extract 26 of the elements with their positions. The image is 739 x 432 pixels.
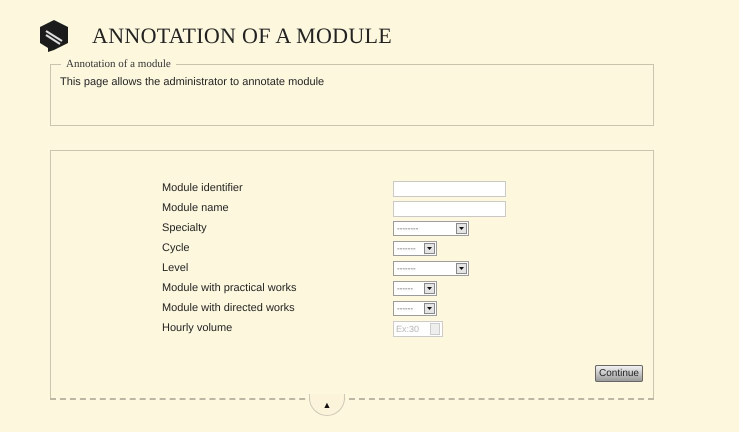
page-title: ANNOTATION OF A MODULE bbox=[92, 23, 392, 49]
field-label: Specialty bbox=[162, 221, 208, 236]
field-label: Cycle bbox=[162, 241, 191, 256]
caret-icon bbox=[427, 287, 432, 290]
field-label: Level bbox=[162, 261, 190, 276]
field-label: Module with directed works bbox=[162, 301, 296, 316]
field-label: Module name bbox=[162, 201, 230, 216]
field-label: Module with practical works bbox=[162, 281, 298, 296]
select-field[interactable]: ------- bbox=[393, 261, 469, 276]
continue-button[interactable]: Continue bbox=[594, 365, 643, 382]
select-field[interactable]: ------- bbox=[393, 241, 437, 256]
caret-icon bbox=[459, 227, 464, 230]
caret-icon bbox=[459, 267, 464, 270]
caret-icon bbox=[427, 307, 432, 310]
logo-icon bbox=[38, 19, 70, 53]
intro-text: This page allows the administrator to annotate module bbox=[60, 76, 326, 88]
input-field[interactable] bbox=[393, 180, 506, 196]
collapse-button[interactable]: ▲ bbox=[309, 394, 345, 416]
input-field[interactable] bbox=[393, 200, 506, 216]
panel-legend: Annotation of a module bbox=[61, 58, 176, 70]
caret-icon bbox=[427, 247, 432, 250]
field-label: Hourly volume bbox=[162, 321, 234, 336]
field-label: Module identifier bbox=[162, 181, 244, 196]
select-field[interactable]: -------- bbox=[393, 221, 469, 236]
select-field[interactable]: ------ bbox=[393, 281, 437, 296]
select-field[interactable]: ------ bbox=[393, 301, 437, 316]
